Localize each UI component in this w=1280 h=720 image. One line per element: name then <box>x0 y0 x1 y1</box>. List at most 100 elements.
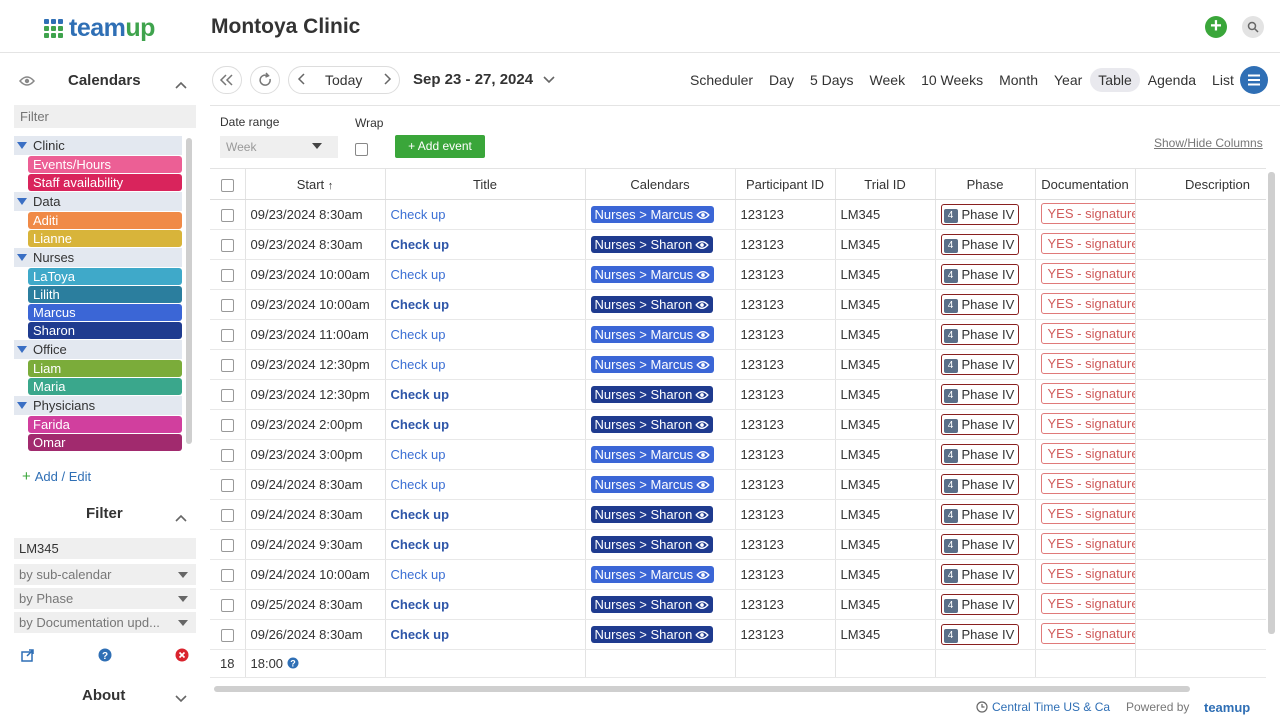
timezone-link[interactable]: Central Time US & Ca <box>992 700 1110 714</box>
column-phase[interactable]: Phase <box>935 168 1036 200</box>
table-row[interactable]: 09/24/2024 10:00am Check up Nurses > Marcu… <box>210 559 1266 590</box>
add-edit-link[interactable]: + Add / Edit <box>22 468 91 485</box>
calendar-item-aditi[interactable]: Aditi <box>28 212 182 229</box>
event-title-link[interactable]: Check up <box>391 447 446 462</box>
row-checkbox[interactable] <box>220 569 234 583</box>
event-title-link[interactable]: Check up <box>391 417 450 432</box>
row-checkbox[interactable] <box>220 629 234 643</box>
table-row[interactable]: 09/23/2024 10:00am Check up Nurses > Marcu… <box>210 259 1266 290</box>
calendar-pill[interactable]: Nurses > Sharon <box>590 596 714 613</box>
show-hide-columns-link[interactable]: Show/Hide Columns <box>1154 136 1263 150</box>
table-row[interactable]: 09/26/2024 8:30am Check up Nurses > Sharon… <box>210 619 1266 650</box>
calendar-item-marcus[interactable]: Marcus <box>28 304 182 321</box>
calendar-item-sharon[interactable]: Sharon <box>28 322 182 339</box>
calendar-item-omar[interactable]: Omar <box>28 434 182 451</box>
view-tab-day[interactable]: Day <box>761 68 802 92</box>
calendar-pill[interactable]: Nurses > Marcus <box>590 266 715 283</box>
table-horizontal-scrollbar[interactable] <box>214 686 1190 692</box>
calendar-item-events-hours[interactable]: Events/Hours <box>28 156 182 173</box>
row-checkbox[interactable] <box>220 299 234 313</box>
calendar-item-liam[interactable]: Liam <box>28 360 182 377</box>
calendar-pill[interactable]: Nurses > Sharon <box>590 626 714 643</box>
date-range-select[interactable]: Week <box>220 136 338 158</box>
date-range-picker[interactable]: Sep 23 - 27, 2024 <box>413 71 555 88</box>
teamup-footer-logo[interactable]: teamup <box>1204 700 1250 715</box>
calendar-pill[interactable]: Nurses > Sharon <box>590 386 714 403</box>
table-vertical-scrollbar[interactable] <box>1268 172 1275 634</box>
filter-text-field[interactable]: LM345 <box>14 538 196 559</box>
add-event-button[interactable]: + Add event <box>395 135 485 158</box>
column-trial-id[interactable]: Trial ID <box>835 168 936 200</box>
row-checkbox[interactable] <box>220 599 234 613</box>
row-checkbox[interactable] <box>220 269 234 283</box>
row-checkbox[interactable] <box>220 539 234 553</box>
calendar-pill[interactable]: Nurses > Marcus <box>590 206 715 223</box>
view-tab-week[interactable]: Week <box>862 68 914 92</box>
table-row[interactable]: 09/24/2024 9:30am Check up Nurses > Sharon… <box>210 529 1266 560</box>
row-checkbox[interactable] <box>220 329 234 343</box>
event-title-link[interactable]: Check up <box>391 297 450 312</box>
calendar-list-scrollbar[interactable] <box>186 138 192 444</box>
event-title-link[interactable]: Check up <box>391 597 450 612</box>
table-row[interactable]: 09/23/2024 12:30pm Check up Nurses > Sharo… <box>210 379 1266 410</box>
help-icon[interactable]: ? <box>98 648 112 667</box>
view-tab-table[interactable]: Table <box>1090 68 1140 92</box>
table-row[interactable]: 09/23/2024 12:30pm Check up Nurses > Marcu… <box>210 349 1266 380</box>
chevron-down-icon[interactable] <box>175 690 187 708</box>
chevron-up-icon[interactable] <box>175 76 187 94</box>
calendar-pill[interactable]: Nurses > Sharon <box>590 236 714 253</box>
calendar-item-staff-availability[interactable]: Staff availability <box>28 174 182 191</box>
refresh-button[interactable] <box>250 66 280 94</box>
calendar-group-data[interactable]: Data <box>14 192 182 211</box>
filter-documentation-dropdown[interactable]: by Documentation upd... <box>14 612 196 633</box>
today-button[interactable]: Today <box>325 72 362 88</box>
column-start[interactable]: Start ↑ <box>245 168 386 200</box>
table-row[interactable]: 09/23/2024 8:30am Check up Nurses > Sharon… <box>210 229 1266 260</box>
calendar-group-office[interactable]: Office <box>14 340 182 359</box>
calendar-group-clinic[interactable]: Clinic <box>14 136 182 155</box>
calendar-pill[interactable]: Nurses > Sharon <box>590 506 714 523</box>
wrap-checkbox[interactable] <box>355 143 368 156</box>
help-icon[interactable]: ? <box>287 657 299 669</box>
eye-icon[interactable] <box>19 74 35 92</box>
table-row[interactable]: 09/23/2024 10:00am Check up Nurses > Sharo… <box>210 289 1266 320</box>
row-checkbox[interactable] <box>220 479 234 493</box>
view-tab-scheduler[interactable]: Scheduler <box>682 68 761 92</box>
event-title-link[interactable]: Check up <box>391 537 450 552</box>
calendar-pill[interactable]: Nurses > Marcus <box>590 356 715 373</box>
filter-phase-dropdown[interactable]: by Phase <box>14 588 196 609</box>
row-checkbox[interactable] <box>220 419 234 433</box>
row-checkbox[interactable] <box>220 209 234 223</box>
column-title[interactable]: Title <box>385 168 586 200</box>
calendar-pill[interactable]: Nurses > Marcus <box>590 326 715 343</box>
search-icon[interactable] <box>1242 16 1264 38</box>
table-row[interactable]: 09/23/2024 3:00pm Check up Nurses > Marcus… <box>210 439 1266 470</box>
view-tab-5-days[interactable]: 5 Days <box>802 68 862 92</box>
filter-subcalendar-dropdown[interactable]: by sub-calendar <box>14 564 196 585</box>
row-checkbox[interactable] <box>220 509 234 523</box>
about-title[interactable]: About <box>82 687 125 704</box>
view-tab-year[interactable]: Year <box>1046 68 1090 92</box>
main-menu-button[interactable] <box>1240 66 1268 94</box>
column-description[interactable]: Description <box>1135 168 1266 200</box>
row-checkbox[interactable] <box>220 359 234 373</box>
event-title-link[interactable]: Check up <box>391 387 450 402</box>
view-tab-list[interactable]: List <box>1204 68 1242 92</box>
calendar-filter-input[interactable] <box>14 105 196 128</box>
event-title-link[interactable]: Check up <box>391 207 446 222</box>
clear-filter-icon[interactable] <box>175 648 189 667</box>
event-title-link[interactable]: Check up <box>391 237 450 252</box>
table-row[interactable]: 09/23/2024 11:00am Check up Nurses > Marcu… <box>210 319 1266 350</box>
column-calendars[interactable]: Calendars <box>585 168 736 200</box>
calendar-pill[interactable]: Nurses > Sharon <box>590 416 714 433</box>
table-row[interactable]: 09/23/2024 2:00pm Check up Nurses > Sharon… <box>210 409 1266 440</box>
next-chevron-icon[interactable] <box>382 72 392 89</box>
calendar-item-lianne[interactable]: Lianne <box>28 230 182 247</box>
share-icon[interactable] <box>21 648 35 667</box>
calendar-group-physicians[interactable]: Physicians <box>14 396 182 415</box>
column-documentation[interactable]: Documentation <box>1035 168 1136 200</box>
calendar-item-farida[interactable]: Farida <box>28 416 182 433</box>
column-participant-id[interactable]: Participant ID <box>735 168 836 200</box>
calendar-pill[interactable]: Nurses > Sharon <box>590 296 714 313</box>
calendar-item-maria[interactable]: Maria <box>28 378 182 395</box>
